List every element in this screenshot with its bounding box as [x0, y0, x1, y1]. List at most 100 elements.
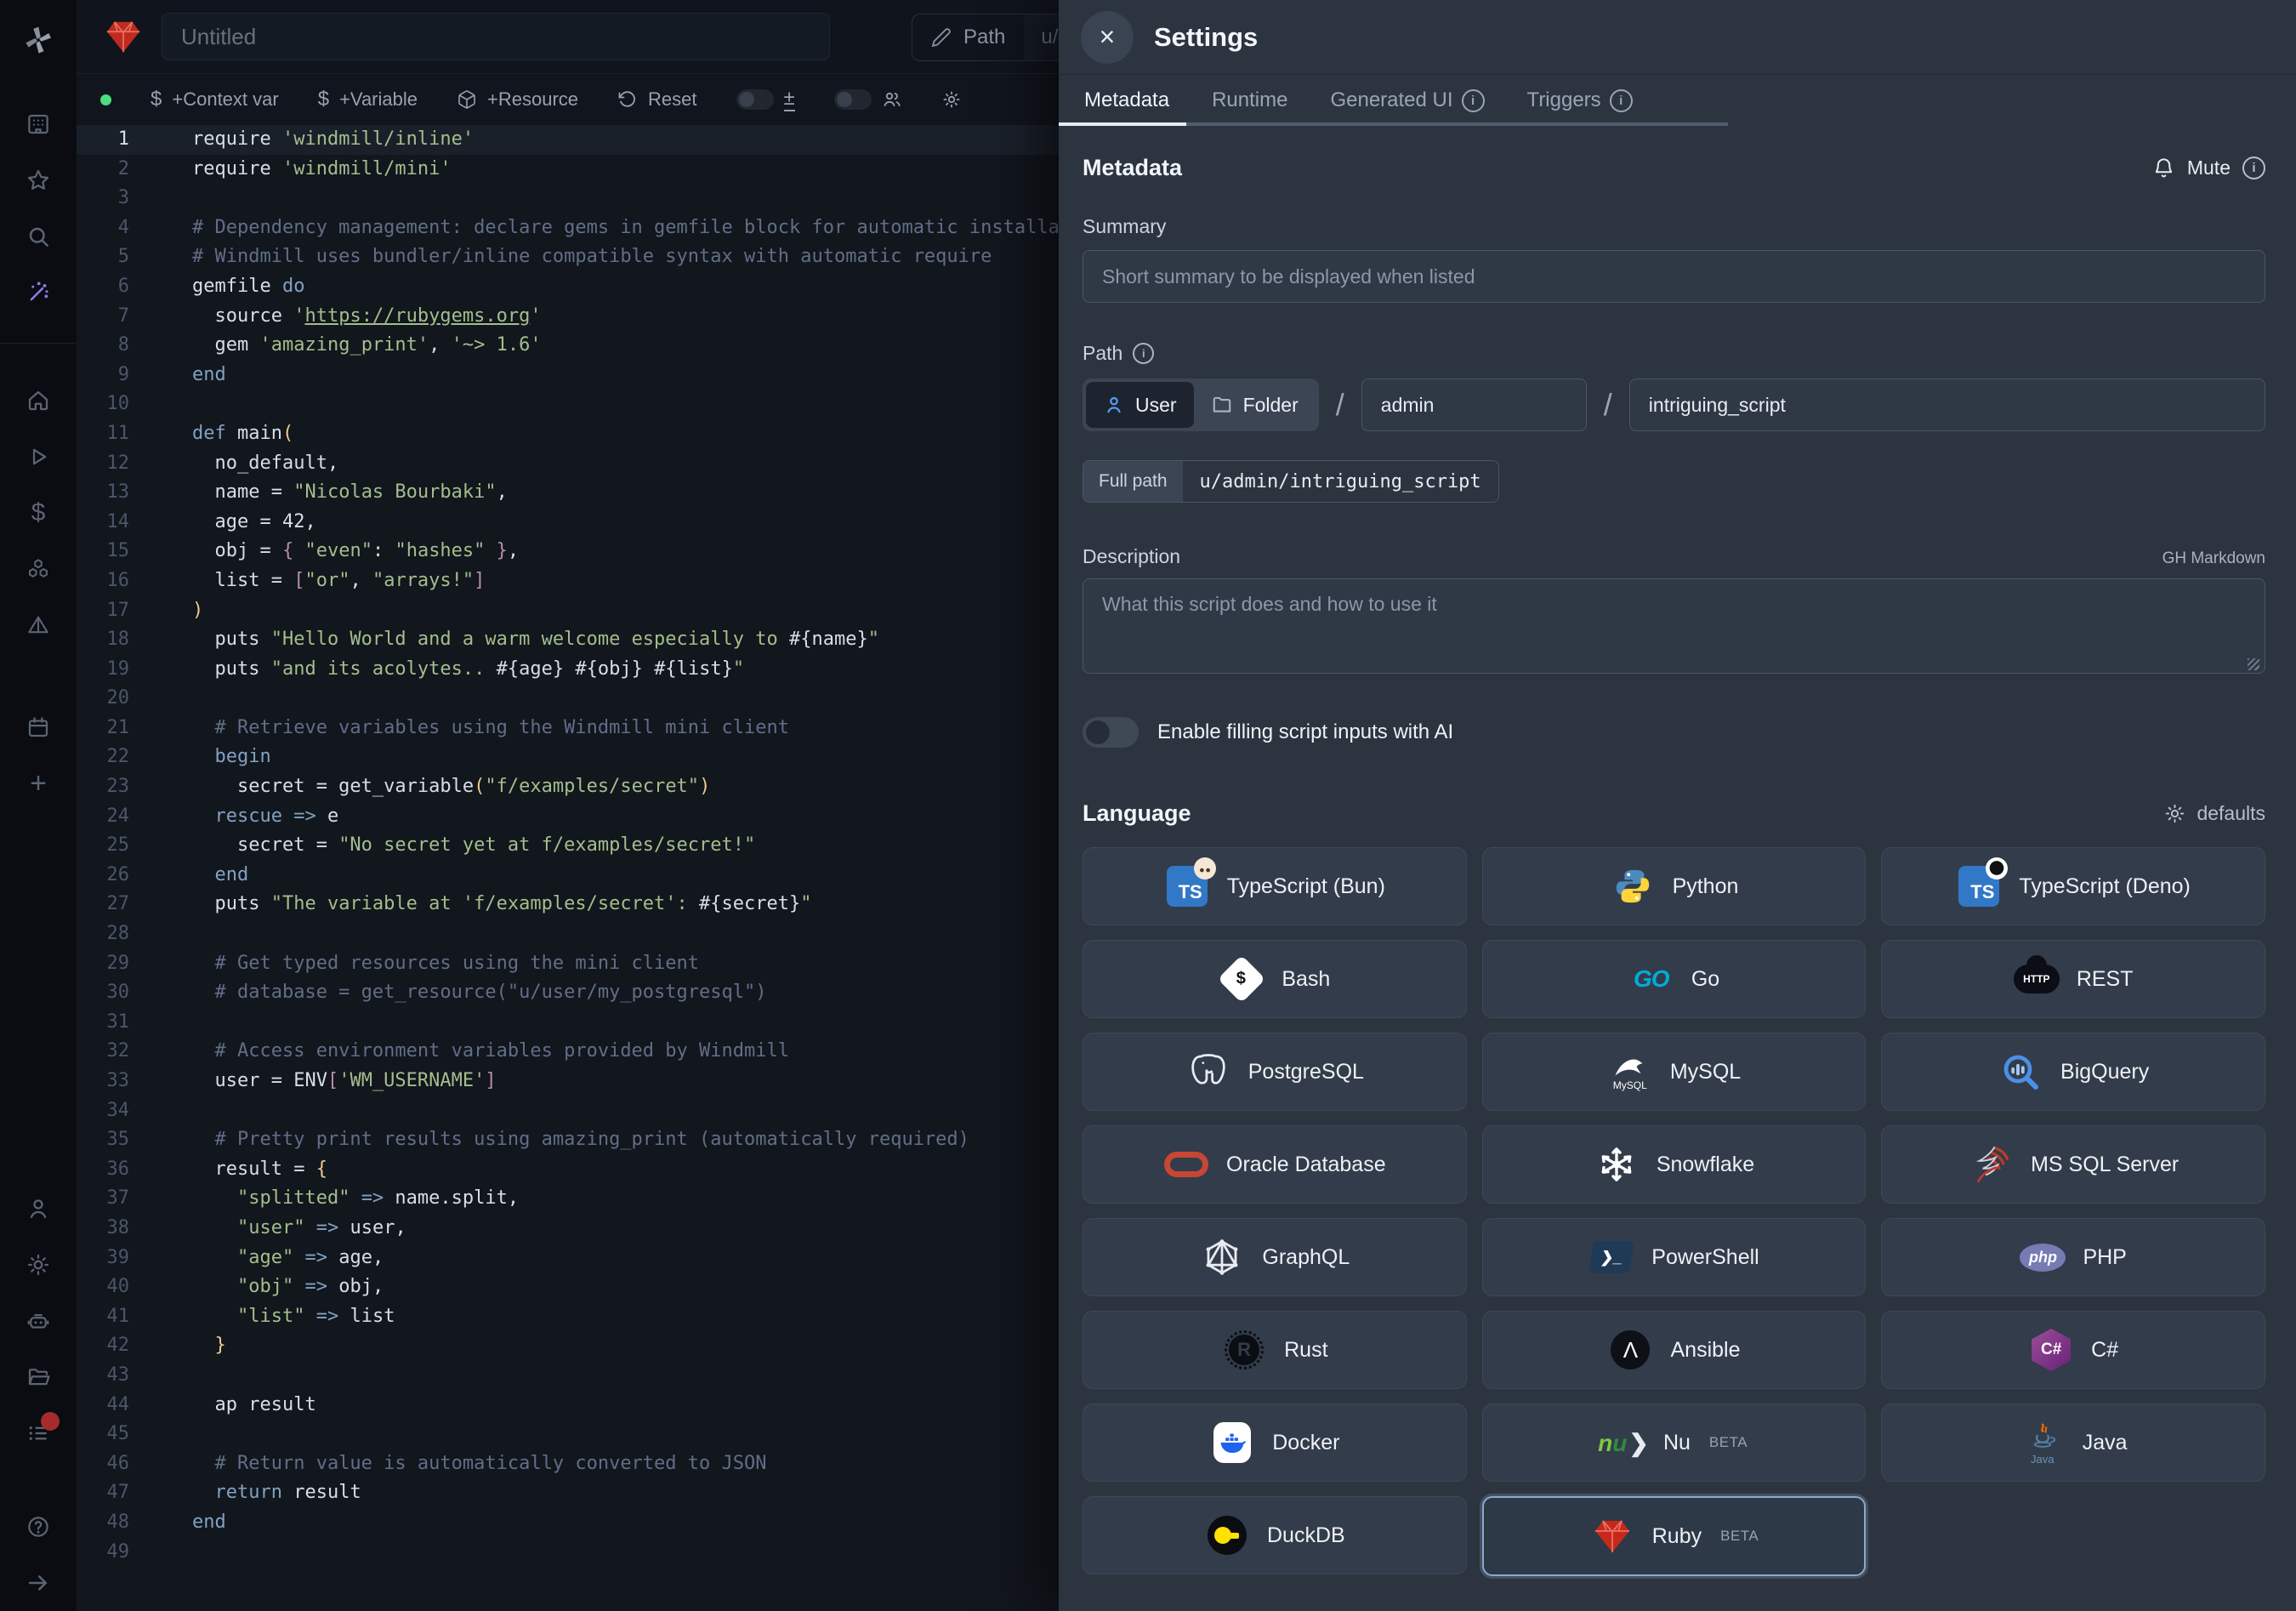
powershell-icon: ❯_: [1588, 1234, 1634, 1280]
line-number: 10: [77, 390, 129, 419]
owner-kind-folder[interactable]: Folder: [1194, 382, 1316, 428]
line-number: 42: [77, 1331, 129, 1361]
editor-settings-button[interactable]: [941, 89, 962, 110]
line-number: 29: [77, 949, 129, 979]
workers-robot-icon[interactable]: [24, 1306, 53, 1335]
owner-kind-user[interactable]: User: [1086, 382, 1194, 428]
summary-input[interactable]: [1083, 250, 2265, 303]
language-option-docker[interactable]: Docker: [1083, 1403, 1467, 1482]
language-option-graphql[interactable]: GraphQL: [1083, 1218, 1467, 1296]
graphql-icon: [1199, 1234, 1245, 1280]
language-option-ansible[interactable]: ΛAnsible: [1482, 1311, 1867, 1389]
language-option-label: Snowflake: [1657, 1153, 1754, 1177]
description-textarea[interactable]: [1083, 578, 2265, 674]
expand-arrow-icon[interactable]: [24, 1568, 53, 1597]
settings-gear-icon[interactable]: [24, 1250, 53, 1279]
line-number: 14: [77, 508, 129, 538]
ai-wand-icon[interactable]: [24, 278, 53, 307]
language-option-ruby[interactable]: RubyBETA: [1482, 1496, 1867, 1576]
gear-icon: [941, 89, 962, 110]
language-option-php[interactable]: phpPHP: [1881, 1218, 2265, 1296]
add-context-var-button[interactable]: $ +Context var: [151, 88, 279, 111]
user-icon[interactable]: [24, 1194, 53, 1223]
language-option-postgresql[interactable]: PostgreSQL: [1083, 1033, 1467, 1111]
toggle-switch[interactable]: [736, 89, 774, 110]
language-option-bigquery[interactable]: BigQuery: [1881, 1033, 2265, 1111]
collaboration-toggle[interactable]: [834, 89, 902, 110]
language-option-snowflake[interactable]: Snowflake: [1482, 1125, 1867, 1204]
runs-play-icon[interactable]: [24, 442, 53, 471]
help-icon[interactable]: [24, 1512, 53, 1541]
tab-runtime[interactable]: Runtime: [1210, 75, 1289, 126]
info-icon: [1133, 343, 1154, 364]
language-option-java[interactable]: JavaJava: [1881, 1403, 2265, 1482]
python-icon: [1610, 863, 1656, 909]
rest-icon: HTTP: [2014, 956, 2060, 1002]
language-option-rest[interactable]: HTTPREST: [1881, 940, 2265, 1018]
language-option-ms-sql-server[interactable]: MS SQL Server: [1881, 1125, 2265, 1204]
language-option-nu[interactable]: nu❯NuBETA: [1482, 1403, 1867, 1482]
language-option-oracle-database[interactable]: Oracle Database: [1083, 1125, 1467, 1204]
diff-mode-toggle[interactable]: ±: [736, 88, 795, 111]
line-number: 1: [77, 125, 129, 155]
toggle-switch[interactable]: [834, 89, 872, 110]
reset-button[interactable]: Reset: [617, 88, 696, 111]
settings-body: Metadata Mute Summary Path User Folder: [1059, 126, 2296, 1611]
diff-icon: ±: [784, 88, 795, 111]
tab-metadata[interactable]: Metadata: [1083, 75, 1171, 126]
language-option-rust[interactable]: RRust: [1083, 1311, 1467, 1389]
path-button-label: Path: [963, 26, 1005, 49]
close-button[interactable]: ×: [1081, 11, 1134, 64]
settings-tabs: Metadata Runtime Generated UI Triggers: [1059, 75, 1728, 126]
search-icon[interactable]: [24, 222, 53, 251]
language-option-typescript-bun[interactable]: TSTypeScript (Bun): [1083, 847, 1467, 925]
language-option-duckdb[interactable]: DuckDB: [1083, 1496, 1467, 1574]
oracle-icon: [1163, 1141, 1209, 1187]
language-option-label: Docker: [1272, 1431, 1339, 1455]
reset-icon: [617, 89, 638, 110]
line-number: 15: [77, 537, 129, 566]
variables-dollar-icon[interactable]: $: [24, 498, 53, 527]
windmill-logo-icon: [20, 22, 56, 62]
language-option-label: PowerShell: [1651, 1245, 1759, 1270]
language-option-c[interactable]: C#C#: [1881, 1311, 2265, 1389]
language-option-label: MySQL: [1670, 1060, 1741, 1084]
language-defaults-button[interactable]: defaults: [2163, 802, 2265, 825]
mysql-icon: MySQL: [1607, 1049, 1653, 1095]
language-option-mysql[interactable]: MySQL MySQL: [1482, 1033, 1867, 1111]
language-option-powershell[interactable]: ❯_ PowerShell: [1482, 1218, 1867, 1296]
apps-icon[interactable]: [24, 110, 53, 139]
line-number: 20: [77, 684, 129, 714]
mute-button[interactable]: Mute: [2152, 157, 2265, 179]
add-variable-button[interactable]: $ +Variable: [318, 88, 418, 111]
line-number: 33: [77, 1067, 129, 1096]
star-icon[interactable]: [24, 166, 53, 195]
triage-prism-icon[interactable]: [24, 611, 53, 640]
plus-icon[interactable]: +: [24, 769, 53, 798]
language-option-bash[interactable]: $Bash: [1083, 940, 1467, 1018]
info-icon: [1610, 89, 1633, 112]
ai-fill-toggle[interactable]: [1083, 717, 1139, 748]
language-option-typescript-deno[interactable]: TSTypeScript (Deno): [1881, 847, 2265, 925]
language-option-python[interactable]: Python: [1482, 847, 1867, 925]
line-number: 37: [77, 1184, 129, 1214]
line-number: 5: [77, 242, 129, 272]
script-name-input[interactable]: [1629, 379, 2265, 431]
language-grid: TSTypeScript (Bun)PythonTSTypeScript (De…: [1083, 847, 2265, 1576]
folders-icon[interactable]: [24, 1363, 53, 1392]
collaborators-icon: [882, 89, 902, 110]
home-icon[interactable]: [24, 386, 53, 415]
bell-icon: [2152, 157, 2175, 179]
owner-input[interactable]: [1361, 379, 1587, 431]
script-title-input[interactable]: Untitled: [162, 13, 830, 60]
tab-triggers[interactable]: Triggers: [1526, 75, 1634, 126]
tab-generated-ui[interactable]: Generated UI: [1328, 75, 1486, 126]
line-number: 25: [77, 831, 129, 861]
add-resource-button[interactable]: +Resource: [457, 88, 578, 111]
language-option-go[interactable]: GOGo: [1482, 940, 1867, 1018]
resources-cubes-icon[interactable]: [24, 555, 53, 583]
schedules-calendar-icon[interactable]: [24, 713, 53, 742]
audit-logs-icon[interactable]: [24, 1419, 53, 1448]
settings-panel: × Settings Metadata Runtime Generated UI…: [1059, 0, 2296, 1611]
line-number: 31: [77, 1008, 129, 1038]
